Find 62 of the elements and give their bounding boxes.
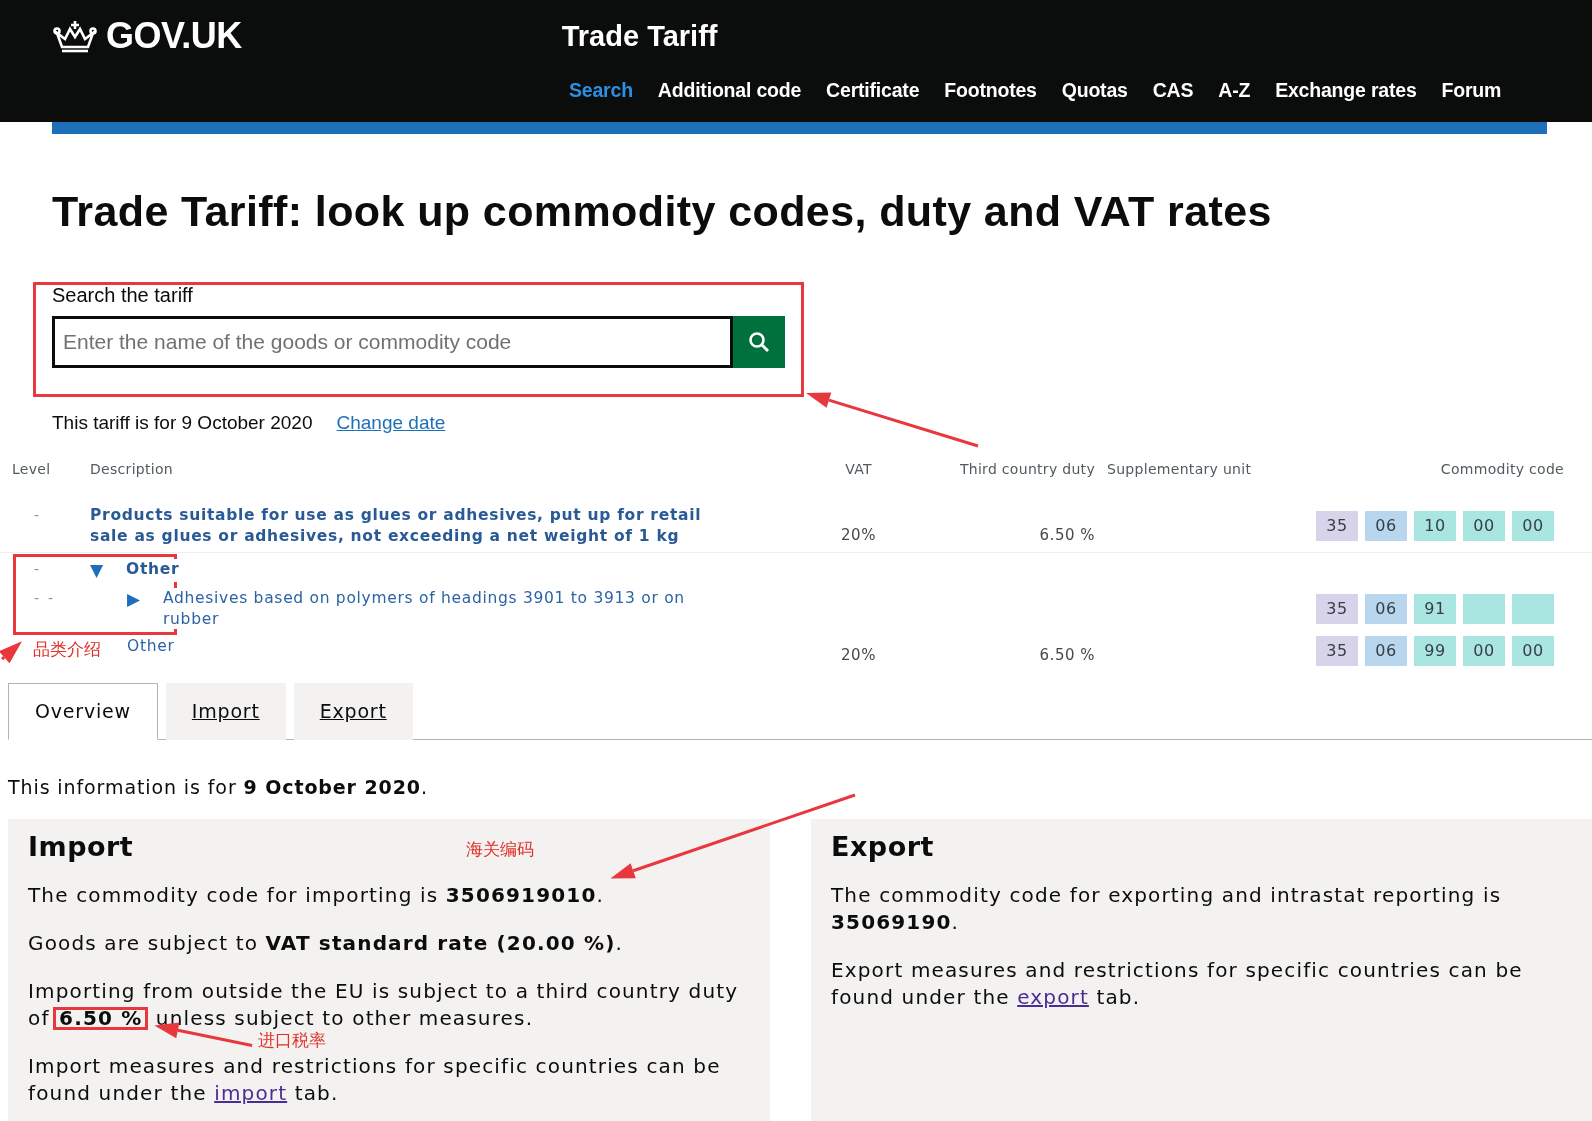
nav-link[interactable]: Search [569,76,633,106]
annotation-note: 进口税率 [258,1031,327,1049]
panel-paragraph: The commodity code for exporting and intrastat reporting is 35069190. [831,881,1503,936]
page-title: Trade Tariff: look up commodity codes, duty and VAT rates [52,186,1273,237]
commodity-description[interactable]: Other [126,559,180,582]
vat-rate: 20% [840,524,877,546]
search-field[interactable]: Enter the name of the goods or commodity code [52,315,733,368]
annotation-note: 品类介绍 [33,641,101,659]
panel-paragraph: Export measures and restrictions for specific countries can be found under the export tab. [831,956,1524,1011]
code-segment: 91 [1414,593,1456,624]
nav-link[interactable]: A-Z [1218,76,1251,106]
panel-paragraph: The commodity code for importing is 3506919010. [28,881,605,909]
gov-logo[interactable]: GOV.UK [52,18,242,54]
code-segment: 35 [1316,636,1358,667]
panel-paragraph: Goods are subject to VAT standard rate (20.00 %). [28,929,624,957]
nav-link[interactable]: Additional code [657,76,802,106]
service-name: Trade Tariff [561,21,718,51]
nav-link[interactable]: Exchange rates [1275,76,1417,106]
annotation-note: 海关编码 [466,841,534,859]
nav-link[interactable]: Quotas [1061,76,1128,106]
info-text: This information is for 9 October 2020. [8,774,429,800]
panel-paragraph: Import measures and restrictions for specific countries can be found under the import tab. [28,1052,722,1107]
level-indicator: - [33,560,41,580]
column-header: VAT [844,460,873,480]
column-header: Level [11,460,52,480]
nav-link[interactable]: Certificate [826,76,920,106]
code-segment: 00 [1463,510,1505,541]
expand-toggle[interactable]: ▶ [127,587,163,630]
tab[interactable]: Import [165,683,286,740]
code-segment: 00 [1512,510,1554,541]
nav-link[interactable]: CAS [1152,76,1194,106]
code-segment: 99 [1414,636,1456,667]
code-segment: 35 [1316,510,1358,541]
panel-heading: Export [831,831,934,864]
duty-rate: 6.50 % [1038,524,1096,546]
column-header: Description [90,460,175,480]
code-segment: 35 [1316,593,1358,624]
column-header: Supplementary unit [1107,460,1253,480]
nav-link[interactable]: Forum [1441,76,1502,106]
search-label: Search the tariff [52,282,194,308]
tab[interactable]: Export [293,683,413,740]
tab-link[interactable]: export [1017,984,1089,1009]
level-indicator: - [33,506,41,526]
nav-link[interactable]: Footnotes [944,76,1037,106]
panel-paragraph: Importing from outside the EU is subject to a third country duty of 6.50 % unless subject to other measures. [28,977,740,1031]
change-date-link[interactable]: Change date [336,411,446,433]
tab[interactable]: Overview [8,683,158,740]
expand-toggle[interactable]: ▼ [90,559,126,582]
code-segment: 00 [1463,636,1505,667]
vat-rate: 20% [840,644,877,666]
duty-rate: 6.50 % [1038,644,1096,666]
code-segment: 06 [1365,510,1407,541]
column-header: Commodity code [1439,460,1565,480]
tab-link[interactable]: import [214,1080,288,1105]
tariff-date: This tariff is for 9 October 2020 [52,411,313,433]
code-segment: 06 [1365,636,1407,667]
code-segment: 10 [1414,510,1456,541]
panel-heading: Import [28,831,134,864]
level-indicator: - - [33,588,54,608]
column-header: Third country duty [958,460,1096,480]
code-segment: 00 [1512,636,1554,667]
code-segment: 06 [1365,593,1407,624]
